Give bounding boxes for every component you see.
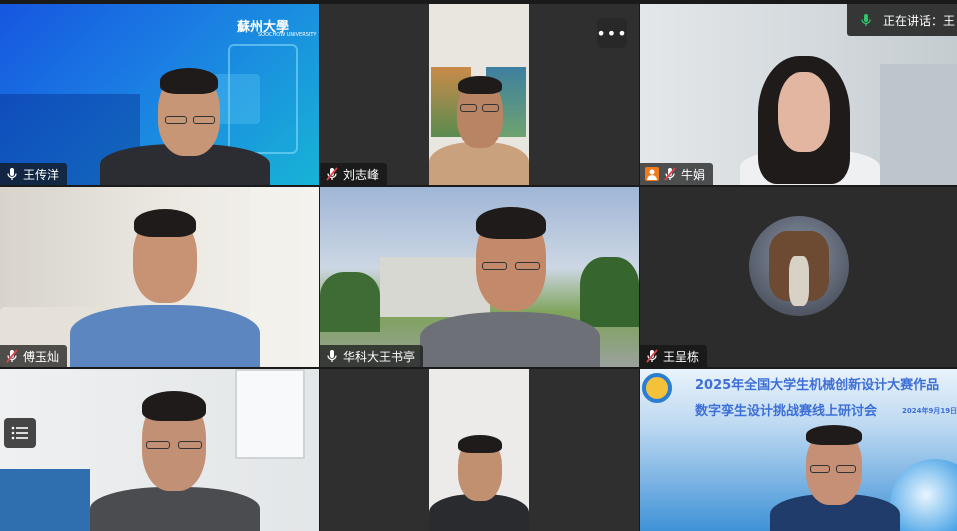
video-tile-9[interactable]: 2025年全国大学生机械创新设计大赛作品 数字孪生设计挑战赛线上研讨会 2024… bbox=[640, 369, 957, 531]
video-feed bbox=[320, 369, 639, 531]
microphone-icon bbox=[7, 168, 17, 180]
video-feed bbox=[640, 187, 957, 367]
microphone-muted-icon bbox=[646, 349, 658, 363]
list-icon bbox=[11, 426, 28, 440]
video-feed bbox=[0, 369, 319, 531]
video-feed bbox=[320, 187, 639, 367]
avatar-icon bbox=[645, 167, 659, 181]
more-icon: ••• bbox=[596, 23, 628, 43]
participant-name: 傅玉灿 bbox=[23, 349, 60, 364]
participant-nameplate: 王传洋 bbox=[0, 163, 68, 185]
microphone-active-icon bbox=[861, 14, 871, 26]
speaking-name: 王 bbox=[943, 13, 956, 28]
participant-name: 牛娟 bbox=[681, 167, 706, 182]
participant-nameplate: 傅玉灿 bbox=[0, 345, 68, 367]
banner-date: 2024年9月19日 bbox=[902, 407, 957, 415]
video-tile-1[interactable]: 蘇州大學 SOOCHOW UNIVERSITY 王传洋 bbox=[0, 4, 319, 185]
microphone-icon bbox=[327, 350, 337, 362]
banner-title-line2: 数字孪生设计挑战赛线上研讨会 bbox=[695, 404, 878, 419]
banner-title-line1: 2025年全国大学生机械创新设计大赛作品 bbox=[695, 378, 940, 393]
video-tile-7[interactable] bbox=[0, 369, 319, 531]
participant-list-button[interactable] bbox=[4, 418, 36, 448]
video-feed: 2025年全国大学生机械创新设计大赛作品 数字孪生设计挑战赛线上研讨会 2024… bbox=[640, 369, 957, 531]
video-grid: 蘇州大學 SOOCHOW UNIVERSITY 王传洋 ••• 刘志峰 牛娟 傅… bbox=[0, 4, 957, 531]
video-tile-4[interactable]: 傅玉灿 bbox=[0, 187, 319, 367]
university-logo-sub: SOOCHOW UNIVERSITY bbox=[258, 32, 317, 38]
microphone-muted-icon bbox=[326, 167, 338, 181]
video-tile-2[interactable]: ••• 刘志峰 bbox=[320, 4, 639, 185]
participant-name: 王传洋 bbox=[23, 167, 60, 182]
microphone-muted-icon bbox=[664, 167, 676, 181]
participant-name: 刘志峰 bbox=[343, 167, 380, 182]
video-feed: 蘇州大學 SOOCHOW UNIVERSITY bbox=[0, 4, 319, 185]
participant-nameplate: 刘志峰 bbox=[320, 163, 388, 185]
more-options-button[interactable]: ••• bbox=[596, 18, 628, 48]
participant-avatar bbox=[749, 216, 849, 316]
video-feed bbox=[320, 4, 639, 185]
participant-name: 华科大王书亭 bbox=[343, 349, 416, 364]
speaking-indicator: 正在讲话：王 bbox=[847, 4, 957, 36]
participant-name: 王呈栋 bbox=[663, 349, 700, 364]
participant-nameplate: 华科大王书亭 bbox=[320, 345, 424, 367]
video-tile-8[interactable] bbox=[320, 369, 639, 531]
speaking-label: 正在讲话： bbox=[883, 13, 944, 28]
microphone-muted-icon bbox=[6, 349, 18, 363]
participant-nameplate: 王呈栋 bbox=[640, 345, 708, 367]
video-tile-5[interactable]: 华科大王书亭 bbox=[320, 187, 639, 367]
participant-nameplate: 牛娟 bbox=[640, 163, 714, 185]
video-feed bbox=[0, 187, 319, 367]
video-tile-6[interactable]: 王呈栋 bbox=[640, 187, 957, 367]
